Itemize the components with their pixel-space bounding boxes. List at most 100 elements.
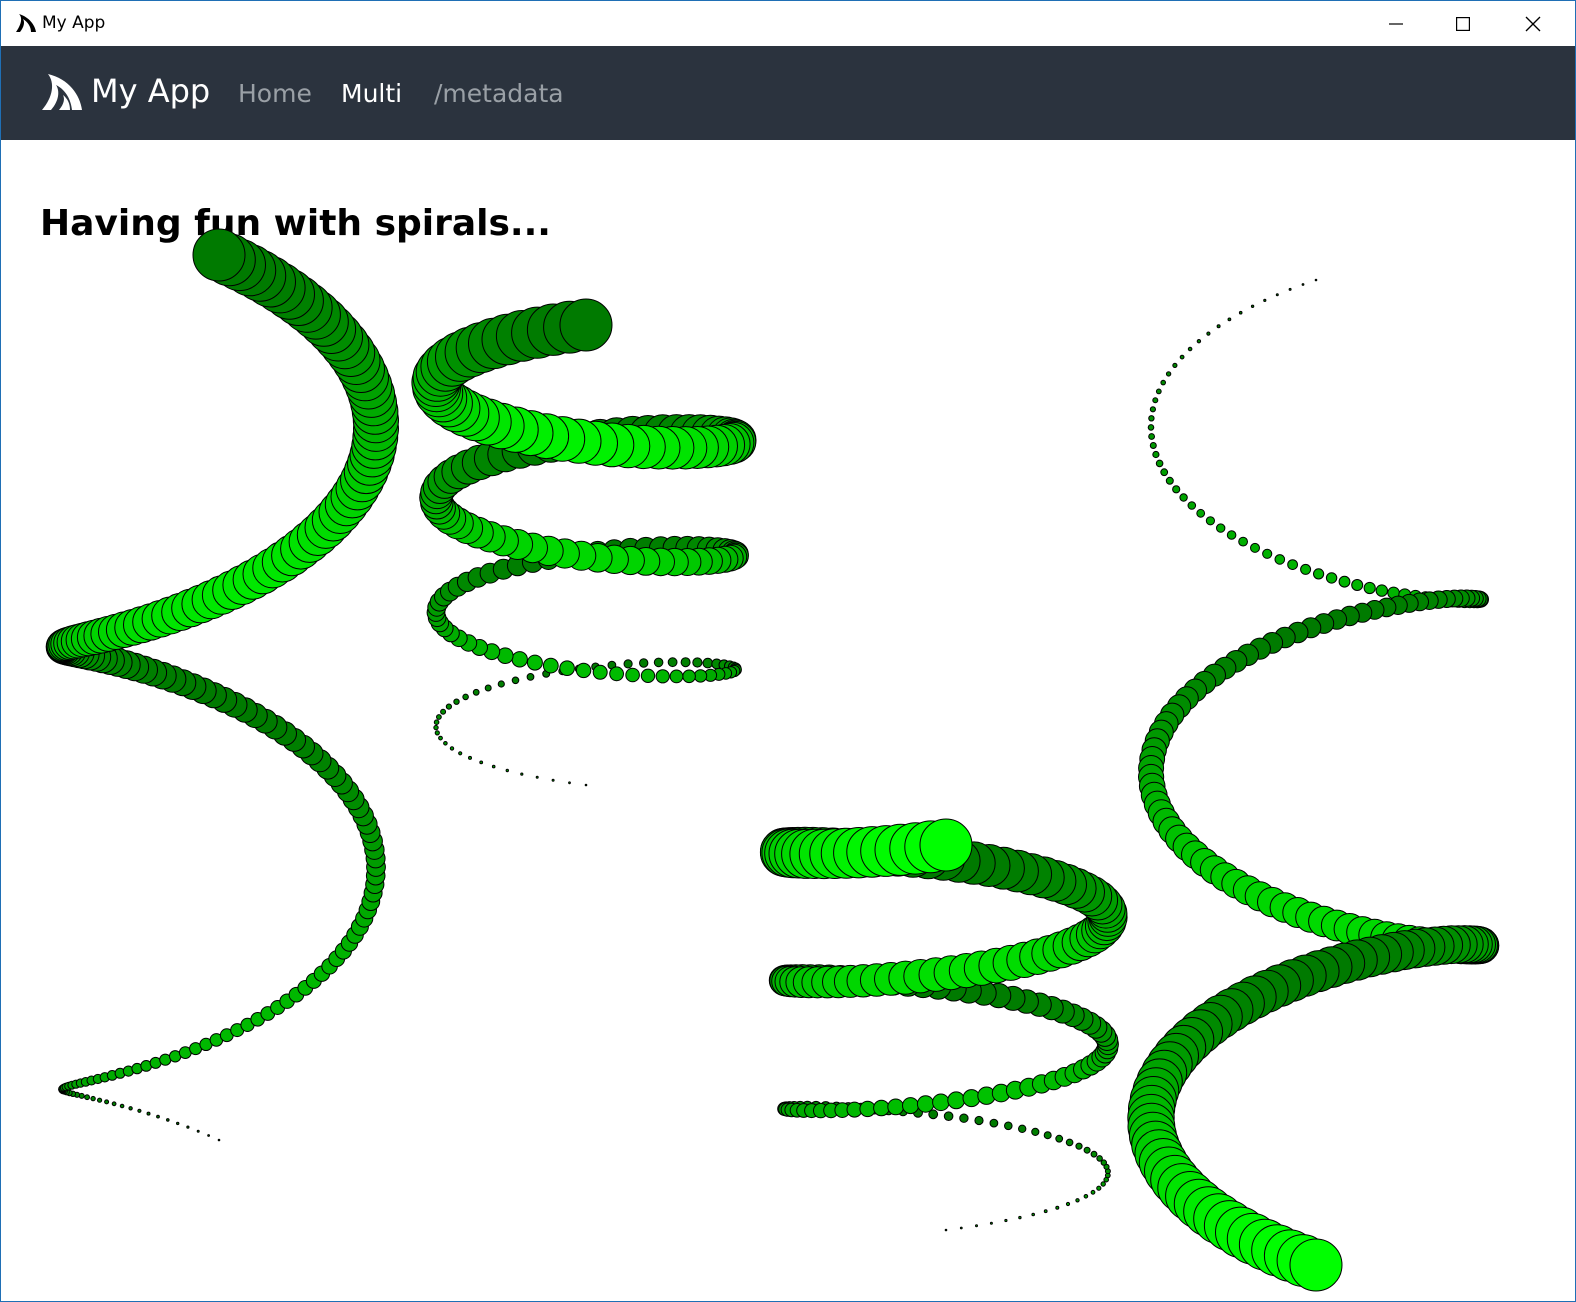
spiral-dot <box>526 673 535 681</box>
spiral-dot <box>542 657 559 674</box>
spiral-dot <box>128 1106 133 1111</box>
spiral-dot <box>511 651 528 668</box>
spiral-dot <box>623 659 633 669</box>
spiral-dot <box>682 669 696 684</box>
spiral-dot <box>1043 1131 1052 1140</box>
spiral-dot <box>436 714 442 720</box>
spiral-dot <box>137 1108 142 1113</box>
shark-fin-icon[interactable] <box>41 73 83 111</box>
spiral-dot <box>97 1097 103 1103</box>
spiral-dot <box>1165 371 1172 377</box>
app-window: My App My App Home Multi /metadata Havin… <box>0 0 1576 1302</box>
spiral-dot <box>176 1121 180 1126</box>
spiral-dot <box>919 818 973 872</box>
spiral-dot <box>1216 324 1221 329</box>
spiral-dot <box>932 1093 950 1112</box>
brand-link[interactable]: My App <box>91 72 210 110</box>
spiral-dot <box>1274 554 1286 565</box>
spiral-dot <box>584 783 588 787</box>
window-title: My App <box>42 13 106 33</box>
nav-link-multi[interactable]: Multi <box>341 79 402 108</box>
spiral-dot <box>1325 572 1338 584</box>
spiral-dot <box>1238 310 1243 315</box>
spiral-dot <box>680 657 691 668</box>
spiral-dot <box>959 1113 969 1123</box>
spiral-dot <box>1196 508 1206 518</box>
spiral-dot <box>1196 339 1202 344</box>
spiral-dot <box>959 1226 963 1230</box>
maximize-button[interactable] <box>1428 1 1498 46</box>
spiral-dot <box>458 751 463 756</box>
spiral-dot <box>1287 559 1298 571</box>
spiral-dot <box>669 669 684 684</box>
main-content: Having fun with spirals... <box>1 140 1575 1301</box>
spiral-dot <box>1301 283 1305 286</box>
spiral-dot <box>491 764 496 769</box>
spiral-dot <box>1206 331 1211 336</box>
spiral-dot <box>692 657 703 668</box>
spiral-dot <box>1096 1185 1102 1191</box>
spiral-dot <box>1263 298 1267 302</box>
spiral-dot <box>1155 388 1162 395</box>
spiral-dot <box>505 768 509 773</box>
spiral-dot <box>1090 1189 1096 1195</box>
spiral-dot <box>1179 354 1185 360</box>
spiral-3 <box>759 818 1128 1232</box>
spiral-dot <box>575 662 592 679</box>
spiral-dot <box>1096 1155 1103 1162</box>
maximize-icon <box>1456 16 1470 31</box>
spiral-dot <box>1147 424 1155 431</box>
spiral-dot <box>1149 406 1157 413</box>
spiral-dot <box>1363 581 1376 595</box>
spiral-dot <box>1216 523 1226 533</box>
spiral-dot <box>196 1129 200 1133</box>
spiral-dot <box>975 1224 978 1228</box>
spiral-dot <box>1187 501 1197 510</box>
spiral-dot <box>166 1118 170 1122</box>
spiral-dot <box>217 1138 221 1142</box>
spirals-canvas <box>45 228 1500 1292</box>
spiral-dot <box>702 657 714 669</box>
spiral-dot <box>479 760 484 765</box>
spiral-dot <box>449 746 455 751</box>
spiral-dot <box>1187 346 1193 352</box>
spiral-dot <box>1055 1134 1064 1143</box>
spiral-dot <box>962 1089 981 1108</box>
spiral-dot <box>1160 468 1169 477</box>
spiral-dot <box>1031 1212 1035 1217</box>
spiral-dot <box>1055 1205 1060 1210</box>
spiral-dot <box>1179 493 1188 502</box>
spiral-dot <box>207 1134 211 1137</box>
spiral-dot <box>640 668 656 683</box>
spiral-dot <box>551 778 555 782</box>
spiral-dot <box>1275 293 1279 297</box>
spiral-dot <box>887 1098 905 1116</box>
spiral-dot <box>902 1097 919 1115</box>
spiral-dot <box>462 693 469 701</box>
spiral-dot <box>119 1103 125 1109</box>
spiral-dot <box>1004 1121 1013 1131</box>
spiral-dot <box>453 698 460 705</box>
spiral-dot <box>1165 476 1174 485</box>
spiral-dot <box>434 730 440 736</box>
spiral-dot <box>1262 548 1273 559</box>
spiral-4 <box>1127 278 1500 1292</box>
spiral-dot <box>1065 1138 1074 1147</box>
nav-link-metadata[interactable]: /metadata <box>434 79 564 108</box>
spiral-dot <box>1205 516 1216 526</box>
spiral-dot <box>1250 304 1255 309</box>
close-button[interactable] <box>1498 1 1568 46</box>
spiral-dot <box>1152 397 1159 404</box>
spiral-dot <box>1314 278 1318 282</box>
spiral-dot <box>484 684 492 692</box>
spiral-dot <box>497 680 505 688</box>
spiral-1 <box>45 228 399 1142</box>
nav-link-home[interactable]: Home <box>238 79 312 108</box>
minimize-button[interactable] <box>1361 1 1431 46</box>
spiral-dot <box>609 666 624 682</box>
spiral-dot <box>156 1114 160 1119</box>
spiral-dot <box>1227 317 1232 322</box>
spiral-dot <box>1148 433 1155 440</box>
spiral-dot <box>111 1101 117 1107</box>
spiral-dot <box>1226 530 1237 540</box>
